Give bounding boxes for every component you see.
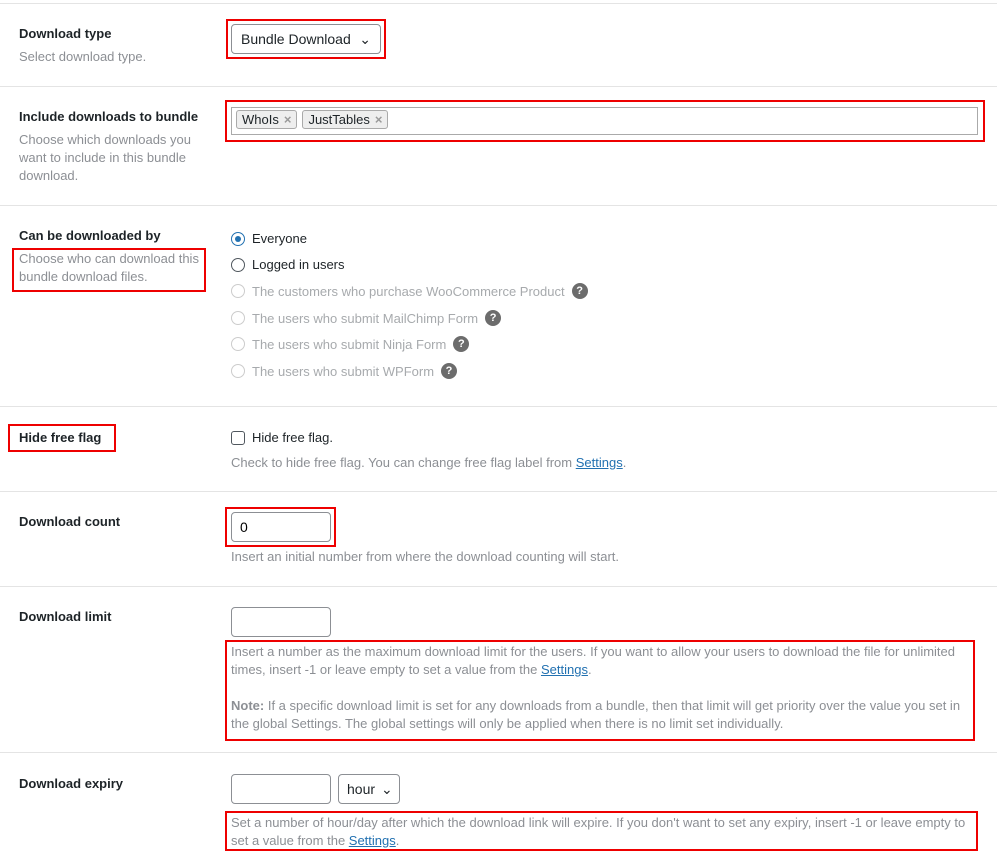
radio-logged-in[interactable]: Logged in users — [231, 257, 345, 272]
bundle-tag: WhoIs × — [236, 110, 298, 129]
download-count-input[interactable] — [231, 512, 331, 542]
radio-label: The users who submit Ninja Form — [252, 336, 447, 352]
download-count-desc: Insert an initial number from where the … — [231, 549, 620, 564]
divider — [0, 3, 997, 4]
bundle-label: Include downloads to bundle — [19, 109, 199, 124]
download-count-label: Download count — [19, 514, 121, 529]
settings-link[interactable]: Settings — [576, 455, 623, 470]
download-type-desc: Select download type. — [19, 49, 147, 64]
download-expiry-desc: Set a number of hour/day after which the… — [231, 815, 966, 848]
divider — [0, 586, 997, 587]
help-icon[interactable]: ? — [441, 363, 458, 379]
bundle-multiselect[interactable]: WhoIs × JustTables × — [231, 107, 978, 135]
free-flag-desc: Check to hide free flag. You can change … — [231, 455, 576, 470]
chevron-down-icon: ⌄ — [381, 780, 393, 797]
hide-free-flag-checkbox[interactable]: Hide free flag. — [231, 430, 333, 445]
radio-label: The users who submit MailChimp Form — [252, 310, 479, 326]
punct: . — [587, 662, 592, 677]
radio-icon — [231, 337, 245, 351]
bundle-desc: Choose which downloads you want to inclu… — [19, 132, 191, 183]
download-type-value: Bundle Download — [241, 31, 351, 47]
downloaded-by-desc: Choose who can download this bundle down… — [19, 251, 199, 284]
downloaded-by-label: Can be downloaded by — [19, 228, 161, 243]
help-icon[interactable]: ? — [571, 283, 588, 299]
tag-label: JustTables — [308, 112, 370, 127]
note-label: Note: — [231, 698, 265, 713]
checkbox-label: Hide free flag. — [252, 430, 333, 445]
divider — [0, 406, 997, 407]
radio-wpform: The users who submit WPForm? — [231, 363, 458, 379]
download-limit-desc: Insert a number as the maximum download … — [231, 644, 956, 677]
download-limit-input[interactable] — [231, 607, 331, 637]
divider — [0, 205, 997, 206]
download-expiry-label: Download expiry — [19, 776, 124, 791]
radio-label: Everyone — [252, 231, 307, 246]
help-icon[interactable]: ? — [453, 336, 470, 352]
divider — [0, 86, 997, 87]
download-type-select[interactable]: Bundle Download ⌄ — [231, 24, 381, 54]
chevron-down-icon: ⌄ — [359, 30, 371, 47]
punct: . — [395, 833, 400, 848]
radio-checked-icon[interactable] — [231, 231, 245, 246]
radio-icon — [231, 364, 245, 378]
checkbox-icon[interactable] — [231, 430, 245, 445]
radio-icon — [231, 284, 245, 298]
radio-label: The customers who purchase WooCommerce P… — [252, 283, 565, 299]
settings-link[interactable]: Settings — [349, 833, 396, 848]
radio-everyone[interactable]: Everyone — [231, 231, 307, 246]
help-icon[interactable]: ? — [485, 310, 502, 326]
settings-link[interactable]: Settings — [541, 662, 588, 677]
free-flag-label: Hide free flag — [19, 430, 102, 445]
remove-icon[interactable]: × — [284, 112, 292, 127]
divider — [0, 752, 997, 753]
radio-icon — [231, 311, 245, 325]
unit-value: hour — [347, 781, 376, 797]
radio-label: The users who submit WPForm — [252, 363, 435, 379]
download-type-label: Download type — [19, 26, 112, 41]
punct: . — [622, 455, 627, 470]
bundle-tag: JustTables × — [302, 110, 389, 129]
remove-icon[interactable]: × — [375, 112, 383, 127]
radio-woocommerce: The customers who purchase WooCommerce P… — [231, 283, 588, 299]
radio-icon[interactable] — [231, 257, 245, 272]
tag-label: WhoIs — [242, 112, 279, 127]
radio-ninja: The users who submit Ninja Form? — [231, 336, 470, 352]
divider — [0, 491, 997, 492]
radio-label: Logged in users — [252, 257, 345, 272]
expiry-unit-select[interactable]: hour ⌄ — [338, 774, 400, 804]
radio-mailchimp: The users who submit MailChimp Form? — [231, 310, 502, 326]
download-expiry-input[interactable] — [231, 774, 331, 804]
download-limit-label: Download limit — [19, 609, 112, 624]
note-text: If a specific download limit is set for … — [231, 698, 961, 731]
